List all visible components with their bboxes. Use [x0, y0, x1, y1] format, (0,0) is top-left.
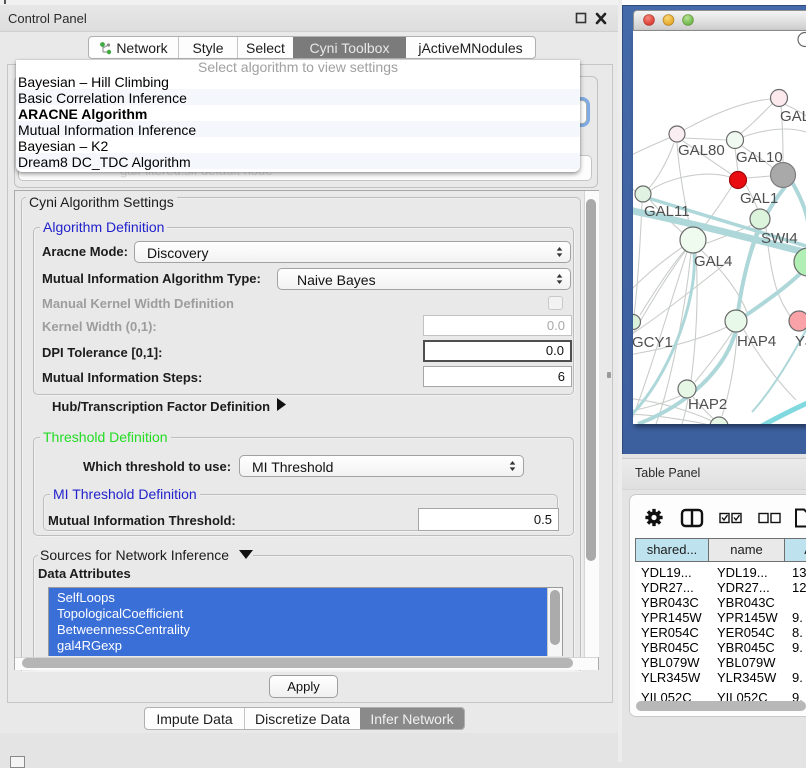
svg-text:GAL4: GAL4 [694, 253, 732, 270]
svg-text:HAP2: HAP2 [688, 396, 727, 413]
svg-text:GAL10: GAL10 [736, 149, 783, 166]
svg-text:YJ: YJ [795, 333, 806, 350]
svg-text:SWI4: SWI4 [761, 230, 798, 247]
svg-text:GAL80: GAL80 [678, 142, 725, 159]
svg-text:GCY1: GCY1 [633, 334, 673, 351]
svg-text:GAL1: GAL1 [740, 190, 778, 207]
svg-text:GAL7: GAL7 [780, 108, 806, 125]
svg-text:HAP4: HAP4 [737, 333, 776, 350]
svg-text:GAL11: GAL11 [644, 203, 690, 220]
